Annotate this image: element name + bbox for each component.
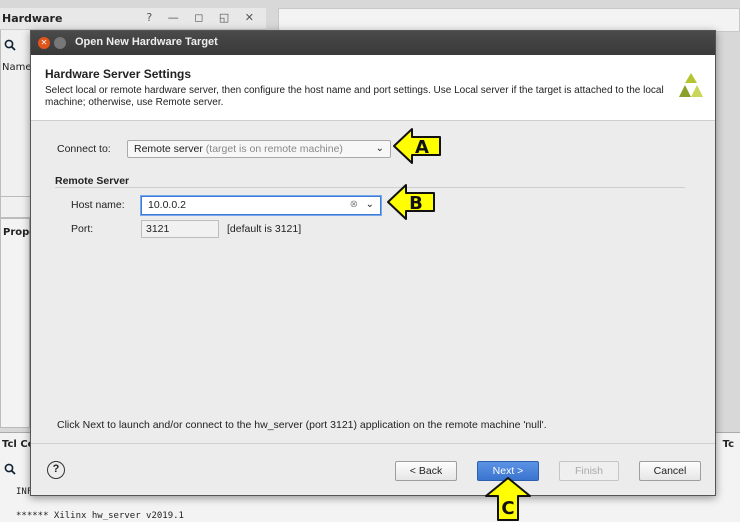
annotation-arrow-c: C xyxy=(485,477,531,521)
annotation-arrow-b: B xyxy=(387,184,435,220)
section-divider xyxy=(55,187,685,188)
port-value: 3121 xyxy=(146,223,170,235)
dialog-title: Open New Hardware Target xyxy=(75,36,218,48)
help-icon[interactable]: ? xyxy=(47,461,65,479)
close-icon[interactable]: ✕ xyxy=(38,37,50,49)
annotation-label: C xyxy=(501,498,514,519)
header-title: Hardware Server Settings xyxy=(45,67,192,81)
open-hardware-target-dialog: ✕ Open New Hardware Target Hardware Serv… xyxy=(30,30,716,496)
hardware-panel-titlebar: Hardware ? — ◻ ◱ ✕ xyxy=(0,8,266,30)
hardware-scrollbar[interactable] xyxy=(0,196,30,210)
hardware-name-column: Name xyxy=(2,62,32,73)
header-description: Select local or remote hardware server, … xyxy=(45,85,664,108)
annotation-label: B xyxy=(409,193,423,214)
host-name-value: 10.0.0.2 xyxy=(148,199,186,211)
connect-to-select[interactable]: Remote server (target is on remote machi… xyxy=(127,140,391,158)
footnote-text: Click Next to launch and/or connect to t… xyxy=(57,419,547,431)
properties-panel: Prope xyxy=(0,218,36,428)
xilinx-logo-icon xyxy=(679,73,703,97)
footer-divider xyxy=(31,443,715,444)
back-button[interactable]: < Back xyxy=(395,461,457,481)
dialog-header: Hardware Server Settings Select local or… xyxy=(31,55,715,121)
hardware-panel-controls[interactable]: ? — ◻ ◱ ✕ xyxy=(146,11,260,24)
remote-server-section-title: Remote Server xyxy=(55,175,130,187)
connect-to-hint: (target is on remote machine) xyxy=(202,143,343,155)
port-default-hint: [default is 3121] xyxy=(227,223,302,235)
search-icon[interactable] xyxy=(4,39,16,51)
host-name-label: Host name: xyxy=(71,199,125,211)
host-name-input[interactable]: 10.0.0.2 ⊗ ⌄ xyxy=(141,196,381,215)
annotation-label: A xyxy=(415,137,429,158)
port-label: Port: xyxy=(71,223,94,235)
editor-tab-bar xyxy=(278,8,740,32)
search-icon[interactable] xyxy=(4,463,16,475)
hardware-panel-title: Hardware xyxy=(2,12,63,25)
connect-to-value: Remote server xyxy=(134,143,203,155)
annotation-arrow-a: A xyxy=(393,128,441,164)
chevron-down-icon[interactable]: ⌄ xyxy=(366,199,374,210)
minimize-icon[interactable] xyxy=(54,37,66,49)
finish-button[interactable]: Finish xyxy=(559,461,619,481)
port-input[interactable]: 3121 xyxy=(141,220,219,238)
dialog-titlebar[interactable]: ✕ Open New Hardware Target xyxy=(31,31,715,55)
clear-icon[interactable]: ⊗ xyxy=(350,199,358,210)
tcl-console-right-title: Tc xyxy=(722,439,734,450)
chevron-down-icon: ⌄ xyxy=(375,143,384,154)
connect-to-label: Connect to: xyxy=(57,143,111,155)
cancel-button[interactable]: Cancel xyxy=(639,461,701,481)
tcl-console-line: ****** Xilinx hw_server v2019.1 xyxy=(16,511,184,521)
